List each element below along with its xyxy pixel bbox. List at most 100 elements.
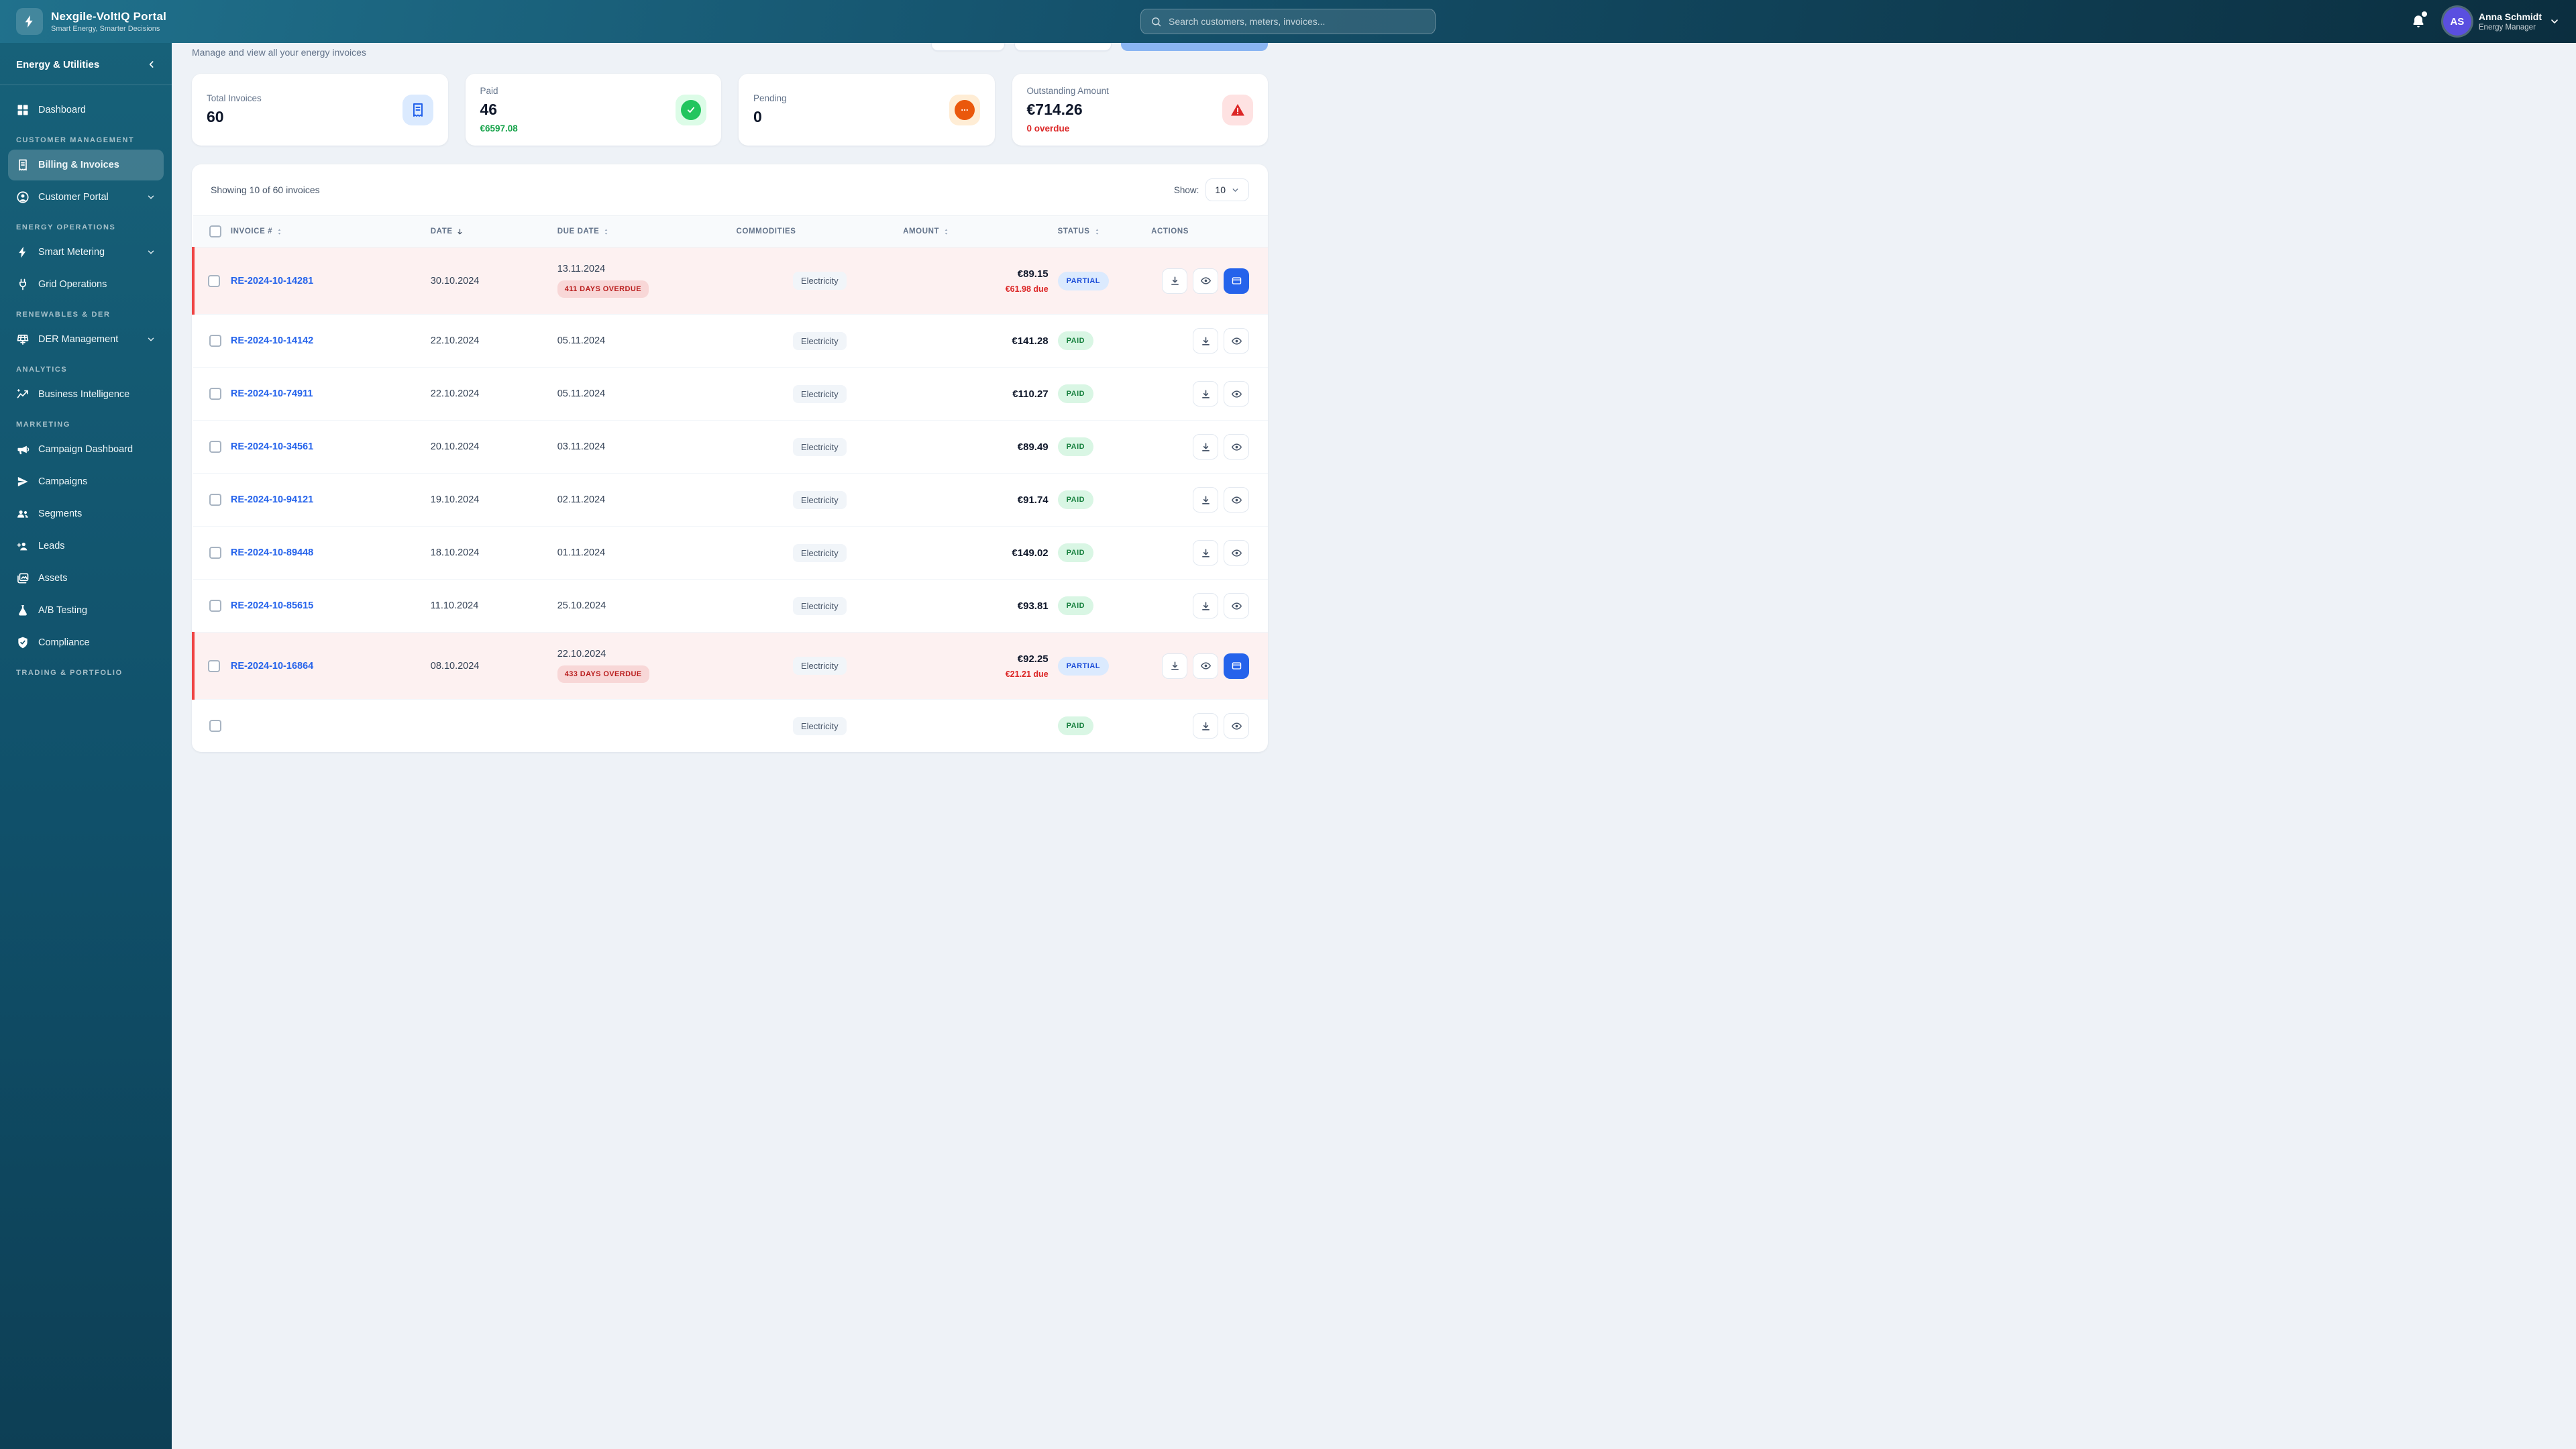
cell-due-date: 05.11.2024 [557,314,737,368]
stat-icon-box [1222,94,1253,125]
send-icon [16,475,30,488]
pay-invoice-button[interactable] [1224,268,1249,294]
download-invoice-button[interactable] [1193,434,1218,460]
invoice-link[interactable]: RE-2024-10-14281 [231,276,313,286]
column-header[interactable]: DUE DATE [557,227,611,236]
cell-checkbox [192,632,231,700]
download-invoice-button[interactable] [1193,487,1218,513]
search-input[interactable] [1169,16,1426,27]
amount-value: €92.25 [1017,653,1049,665]
download-invoice-button[interactable] [1162,268,1187,294]
download-invoice-button[interactable] [1162,653,1187,679]
cell-date: 22.10.2024 [430,314,557,368]
cell-amount: €149.02 [903,526,1058,580]
row-checkbox[interactable] [209,494,221,506]
download-invoice-button[interactable] [1193,328,1218,354]
cell-commodities: Electricity [736,367,904,421]
row-checkbox[interactable] [209,600,221,612]
invoice-link[interactable]: RE-2024-10-74911 [231,388,313,399]
select-all-checkbox[interactable] [209,225,221,237]
column-header[interactable]: DATE [431,227,464,236]
cell-date: 19.10.2024 [430,473,557,527]
stat-card-1: Paid 46 €6597.08 [465,74,721,146]
view-invoice-button[interactable] [1224,381,1249,407]
view-invoice-button[interactable] [1224,328,1249,354]
actions-group [1151,434,1249,460]
column-header[interactable]: AMOUNT [903,227,951,236]
cell-actions [1151,579,1268,633]
column-header[interactable]: INVOICE # [231,227,284,236]
brand-tagline: Smart Energy, Smarter Decisions [51,25,160,33]
column-header[interactable]: STATUS [1058,227,1102,236]
stat-icon-box [949,94,980,125]
col-actions: ACTIONS [1151,215,1268,248]
sidebar-item-label: Customer Portal [38,192,109,203]
warning-icon [1230,102,1246,118]
sidebar-item-campaign-dashboard[interactable]: Campaign Dashboard [8,434,164,465]
view-invoice-button[interactable] [1224,540,1249,566]
stat-info: Total Invoices 60 [207,93,262,126]
sidebar-item-a-b-testing[interactable]: A/B Testing [8,595,164,626]
view-invoice-button[interactable] [1224,713,1249,739]
download-invoice-button[interactable] [1193,713,1218,739]
sidebar-item-label: Campaigns [38,476,88,487]
sidebar-item-business-intelligence[interactable]: Business Intelligence [8,379,164,410]
sidebar-item-smart-metering[interactable]: Smart Metering [8,237,164,268]
sidebar-item-leads[interactable]: Leads [8,531,164,561]
cell-checkbox [193,367,231,421]
invoice-link[interactable]: RE-2024-10-16864 [231,661,313,672]
view-invoice-button[interactable] [1224,593,1249,619]
col-checkbox [193,215,231,248]
global-search[interactable] [1140,9,1436,34]
show-label: Show: [1173,184,1199,195]
view-invoice-button[interactable] [1193,653,1218,679]
commodity-badge: Electricity [793,716,847,735]
invoice-link[interactable]: RE-2024-10-94121 [231,494,313,505]
cell-date: 30.10.2024 [431,248,557,315]
sidebar-item-customer-portal[interactable]: Customer Portal [8,182,164,213]
download-invoice-button[interactable] [1193,381,1218,407]
sidebar-item-campaigns[interactable]: Campaigns [8,466,164,497]
sidebar-item-grid-operations[interactable]: Grid Operations [8,269,164,300]
view-invoice-button[interactable] [1224,487,1249,513]
page-size-select[interactable]: 10 [1205,178,1249,201]
sidebar-item-compliance[interactable]: Compliance [8,627,164,658]
invoice-link[interactable]: RE-2024-10-34561 [231,441,313,452]
row-checkbox[interactable] [209,335,221,347]
sidebar-collapse-button[interactable] [142,55,161,74]
invoice-link[interactable]: RE-2024-10-14142 [231,335,313,346]
row-checkbox[interactable] [209,388,221,400]
amount-value: €141.28 [1012,335,1049,347]
row-checkbox[interactable] [208,659,220,672]
user-role: Energy Manager [2478,23,2536,32]
cell-date: 11.10.2024 [430,579,557,633]
sidebar-item-assets[interactable]: Assets [8,563,164,594]
view-invoice-button[interactable] [1193,268,1218,294]
cell-checkbox [193,526,231,580]
notifications-button[interactable] [2407,10,2430,33]
view-invoice-button[interactable] [1224,434,1249,460]
invoices-table: INVOICE # DATE DUE DATE COMMODITIES AMOUNT ST… [192,215,1268,752]
sidebar-item-dashboard[interactable]: Dashboard [8,95,164,125]
chevron-down-icon [146,248,156,257]
row-checkbox[interactable] [209,547,221,559]
cell-commodities: Electricity [736,579,904,633]
due-date-stack: 22.10.2024 433 DAYS OVERDUE [557,649,737,683]
invoice-link[interactable]: RE-2024-10-85615 [231,600,313,611]
ellipsis-icon [954,99,975,120]
user-menu[interactable]: AS Anna Schmidt Energy Manager [2443,7,2560,36]
amount-due: €21.21 due [1005,669,1049,679]
invoice-link[interactable]: RE-2024-10-89448 [231,547,313,558]
row-checkbox[interactable] [208,274,220,287]
sidebar-item-billing-invoices[interactable]: Billing & Invoices [8,150,164,180]
pay-invoice-button[interactable] [1224,653,1249,679]
sidebar-item-segments[interactable]: Segments [8,498,164,529]
col-amount: AMOUNT [903,215,1058,248]
row-checkbox[interactable] [209,441,221,453]
row-checkbox[interactable] [209,720,221,732]
download-invoice-button[interactable] [1193,593,1218,619]
download-invoice-button[interactable] [1193,540,1218,566]
sidebar-item-der-management[interactable]: DER Management [8,324,164,355]
sidebar-section-label: CUSTOMER MANAGEMENT [16,136,135,144]
download-icon [1200,388,1212,400]
